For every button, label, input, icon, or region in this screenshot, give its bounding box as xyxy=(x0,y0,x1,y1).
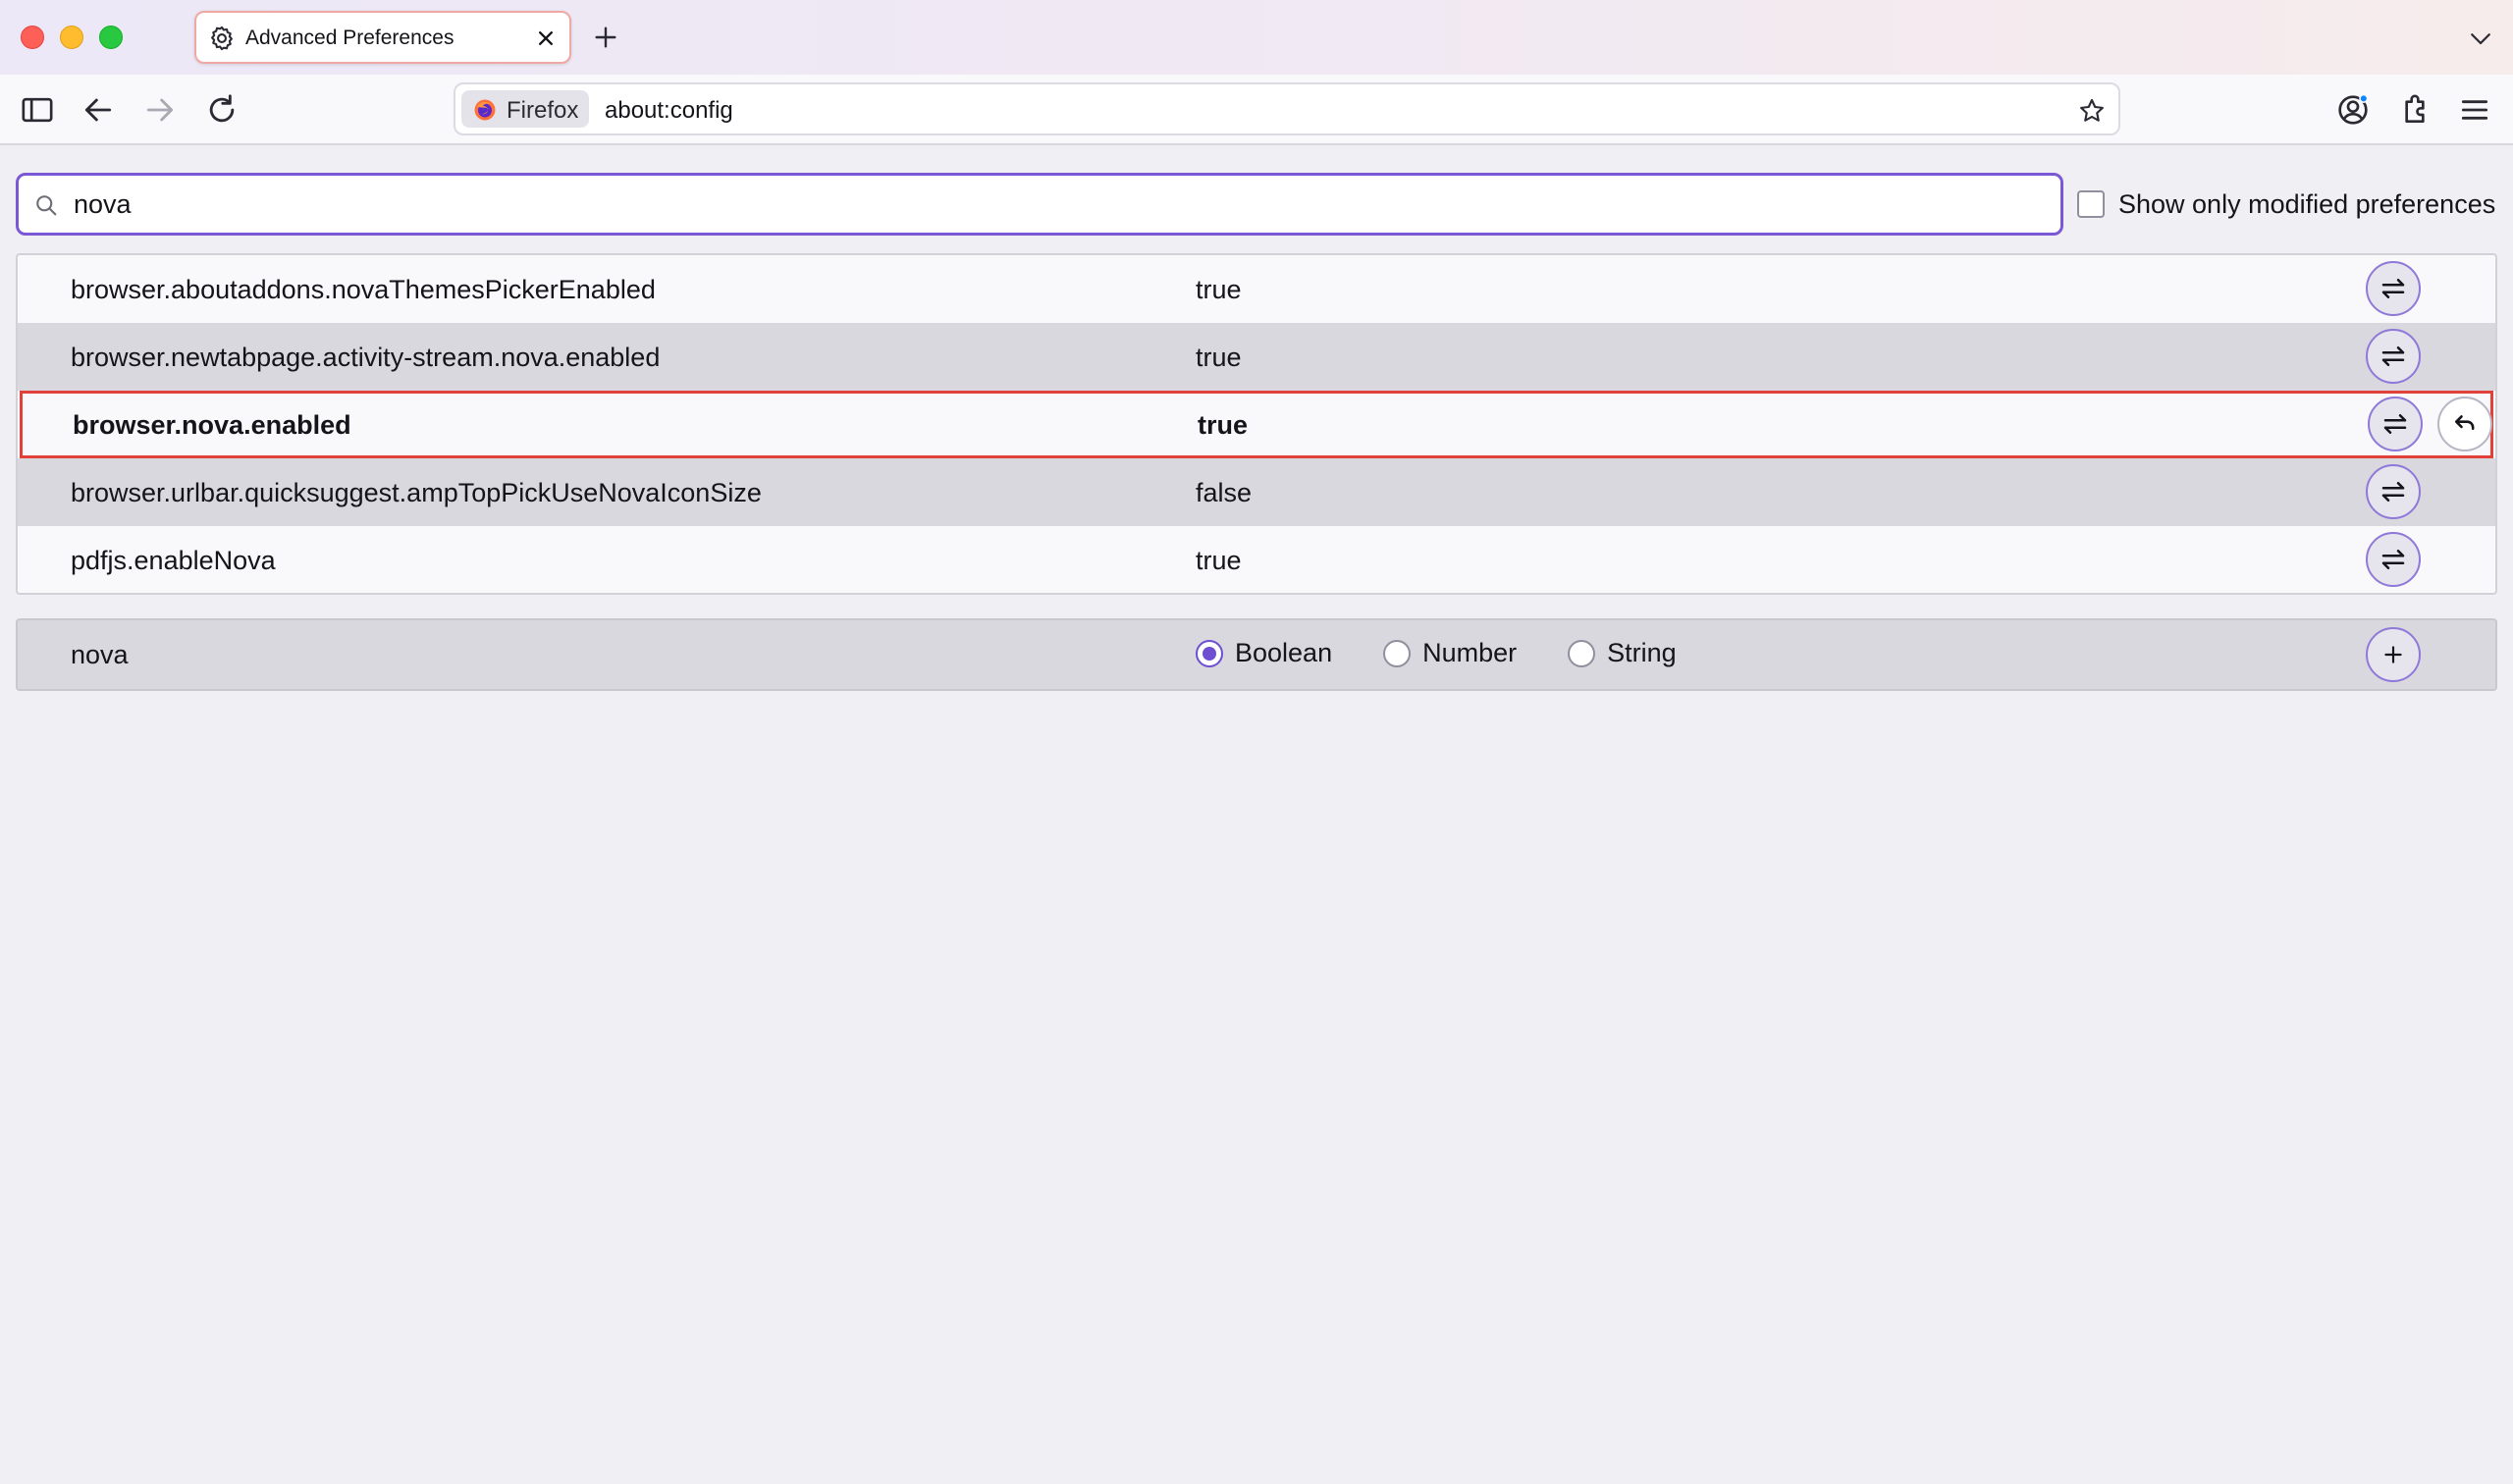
search-input[interactable]: nova xyxy=(16,173,2063,236)
radio-label[interactable]: Number xyxy=(1422,638,1517,668)
preferences-table: browser.aboutaddons.novaThemesPickerEnab… xyxy=(16,253,2497,595)
pref-value[interactable]: true xyxy=(1196,343,1242,373)
extensions-puzzle-icon[interactable] xyxy=(2395,90,2434,130)
identity-label: Firefox xyxy=(507,97,579,124)
window-minimize-button[interactable] xyxy=(60,26,83,49)
forward-arrow-icon[interactable] xyxy=(140,90,180,130)
pref-row[interactable]: browser.aboutaddons.novaThemesPickerEnab… xyxy=(18,255,2495,323)
tab-advanced-preferences[interactable]: Advanced Preferences xyxy=(194,11,571,64)
bookmark-star-icon[interactable] xyxy=(2077,96,2107,126)
toggle-arrows-icon xyxy=(2379,274,2408,303)
type-radio-group: Boolean Number String xyxy=(1196,638,1728,668)
add-button[interactable] xyxy=(2366,627,2421,682)
new-tab-button[interactable] xyxy=(590,22,621,53)
pref-value[interactable]: true xyxy=(1198,410,1248,441)
new-pref-name: nova xyxy=(71,640,129,669)
type-option-string[interactable]: String xyxy=(1568,638,1677,668)
sidebar-icon[interactable] xyxy=(18,90,57,130)
window-close-button[interactable] xyxy=(21,26,44,49)
pref-row[interactable]: browser.nova.enabled true xyxy=(20,391,2493,458)
toggle-button[interactable] xyxy=(2366,329,2421,384)
pref-value[interactable]: false xyxy=(1196,478,1252,508)
toggle-button[interactable] xyxy=(2366,464,2421,519)
show-modified-label[interactable]: Show only modified preferences xyxy=(2118,189,2495,220)
add-preference-row: nova Boolean Number String xyxy=(16,618,2497,691)
window-maximize-button[interactable] xyxy=(99,26,123,49)
chevron-down-icon[interactable] xyxy=(2466,24,2495,53)
undo-icon xyxy=(2451,410,2479,438)
type-option-number[interactable]: Number xyxy=(1383,638,1517,668)
firefox-logo-icon xyxy=(473,98,497,122)
pref-value[interactable]: true xyxy=(1196,275,1242,305)
pref-name: browser.newtabpage.activity-stream.nova.… xyxy=(71,343,661,372)
tab-title: Advanced Preferences xyxy=(245,26,454,49)
radio-string[interactable] xyxy=(1568,639,1596,667)
tab-strip: Advanced Preferences xyxy=(0,0,2513,75)
reload-icon[interactable] xyxy=(202,90,241,130)
search-icon xyxy=(32,191,60,219)
toggle-button[interactable] xyxy=(2366,532,2421,587)
pref-name: pdfjs.enableNova xyxy=(71,546,276,575)
show-modified-toggle[interactable]: Show only modified preferences xyxy=(2077,188,2495,220)
reset-button[interactable] xyxy=(2437,397,2492,451)
url-text[interactable]: about:config xyxy=(605,97,733,125)
pref-name: browser.aboutaddons.novaThemesPickerEnab… xyxy=(71,275,656,304)
pref-row[interactable]: browser.urlbar.quicksuggest.ampTopPickUs… xyxy=(18,458,2495,526)
url-bar[interactable]: Firefox about:config xyxy=(454,82,2120,135)
about-config-page: nova Show only modified preferences brow… xyxy=(0,147,2513,1484)
radio-label[interactable]: Boolean xyxy=(1235,638,1332,668)
navigation-toolbar: Firefox about:config xyxy=(0,75,2513,145)
toggle-arrows-icon xyxy=(2380,409,2410,439)
toggle-arrows-icon xyxy=(2379,477,2408,506)
back-arrow-icon[interactable] xyxy=(79,90,118,130)
close-icon[interactable] xyxy=(532,25,560,52)
account-icon[interactable] xyxy=(2333,90,2373,130)
radio-label[interactable]: String xyxy=(1607,638,1677,668)
search-value[interactable]: nova xyxy=(74,189,132,220)
type-option-boolean[interactable]: Boolean xyxy=(1196,638,1332,668)
pref-name: browser.nova.enabled xyxy=(73,410,351,440)
toggle-arrows-icon xyxy=(2379,545,2408,574)
radio-number[interactable] xyxy=(1383,639,1412,667)
pref-name: browser.urlbar.quicksuggest.ampTopPickUs… xyxy=(71,478,762,507)
pref-row[interactable]: browser.newtabpage.activity-stream.nova.… xyxy=(18,323,2495,391)
toggle-button[interactable] xyxy=(2366,261,2421,316)
gear-icon xyxy=(208,25,236,52)
menu-hamburger-icon[interactable] xyxy=(2455,90,2494,130)
toggle-button[interactable] xyxy=(2368,397,2423,451)
pref-row[interactable]: pdfjs.enableNova true xyxy=(18,526,2495,594)
identity-box[interactable]: Firefox xyxy=(461,90,589,128)
show-modified-checkbox[interactable] xyxy=(2077,190,2105,218)
pref-value[interactable]: true xyxy=(1196,546,1242,576)
plus-icon xyxy=(2380,642,2406,667)
toggle-arrows-icon xyxy=(2379,342,2408,371)
radio-boolean[interactable] xyxy=(1196,639,1223,667)
